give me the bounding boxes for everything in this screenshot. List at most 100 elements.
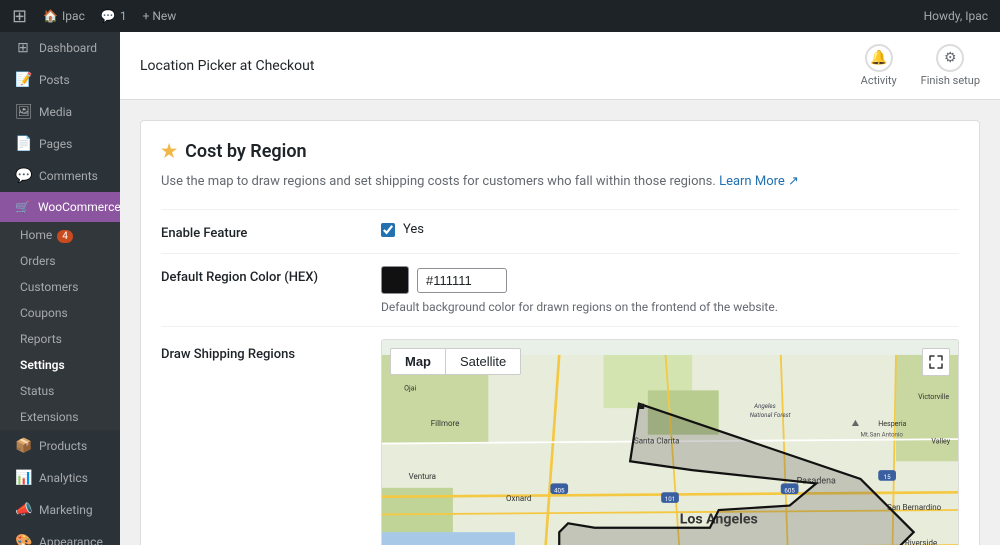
draw-regions-label: Draw Shipping Regions (161, 339, 381, 362)
svg-text:Angeles: Angeles (753, 402, 776, 410)
svg-text:101: 101 (665, 495, 675, 503)
sidebar-item-dashboard[interactable]: ⊞ Dashboard (0, 32, 120, 64)
page-header: Location Picker at Checkout 🔔 Activity ⚙… (120, 32, 1000, 100)
enable-feature-checkbox[interactable] (381, 223, 395, 237)
howdy-text: Howdy, Ipac (924, 9, 988, 23)
wp-logo-item[interactable]: ⊞ (12, 6, 27, 27)
sidebar-item-posts[interactable]: 📝 Posts (0, 64, 120, 96)
section-title-text: Cost by Region (185, 141, 306, 162)
svg-text:Hesperia: Hesperia (878, 419, 906, 428)
activity-action[interactable]: 🔔 Activity (861, 44, 897, 87)
main-content: ★ Cost by Region Use the map to draw reg… (120, 100, 1000, 545)
sidebar-item-marketing[interactable]: 📣 Marketing (0, 494, 120, 526)
appearance-icon: 🎨 (15, 534, 31, 545)
svg-text:National Forest: National Forest (750, 411, 791, 419)
sidebar: ⊞ Dashboard 📝 Posts 🖼 Media 📄 Pages 💬 Co… (0, 32, 120, 545)
enable-feature-label: Enable Feature (161, 222, 381, 241)
svg-text:Ojai: Ojai (404, 383, 416, 392)
admin-bar: ⊞ 🏠 Ipac 💬 1 + New Howdy, Ipac (0, 0, 1000, 32)
sidebar-item-label: Products (39, 439, 87, 453)
comments-icon: 💬 (15, 168, 31, 184)
house-icon: 🏠 (43, 9, 58, 23)
sidebar-item-comments[interactable]: 💬 Comments (0, 160, 120, 192)
color-input-row (381, 266, 959, 294)
woocommerce-submenu: Home 4 Orders Customers Coupons Reports … (0, 222, 120, 430)
comments-icon: 💬 (101, 9, 116, 23)
sidebar-item-label: Appearance (39, 535, 103, 545)
bell-icon: 🔔 (870, 50, 887, 66)
color-swatch[interactable] (381, 266, 409, 294)
analytics-icon: 📊 (15, 470, 31, 486)
color-hex-input[interactable] (417, 268, 507, 293)
submenu-item-reports[interactable]: Reports (0, 326, 120, 352)
site-name-item[interactable]: 🏠 Ipac (43, 9, 85, 23)
sidebar-item-appearance[interactable]: 🎨 Appearance (0, 526, 120, 545)
woocommerce-icon: 🛒 (15, 200, 30, 214)
activity-icon-container: 🔔 (865, 44, 893, 72)
section-description: Use the map to draw regions and set ship… (161, 174, 959, 189)
svg-text:Riverside: Riverside (905, 538, 937, 545)
expand-icon (929, 355, 943, 369)
section-title: ★ Cost by Region (161, 141, 959, 162)
submenu-item-customers[interactable]: Customers (0, 274, 120, 300)
checkbox-row: Yes (381, 222, 959, 237)
svg-text:San Bernardino: San Bernardino (887, 503, 942, 512)
draw-regions-value: 405 101 605 15 (381, 339, 959, 545)
default-color-label: Default Region Color (HEX) (161, 266, 381, 285)
products-icon: 📦 (15, 438, 31, 454)
default-color-row: Default Region Color (HEX) Default backg… (161, 253, 959, 326)
submenu-item-home[interactable]: Home 4 (0, 222, 120, 248)
sidebar-item-label: Marketing (39, 503, 93, 517)
gear-icon: ⚙ (944, 50, 957, 66)
media-icon: 🖼 (15, 104, 31, 120)
sidebar-item-label: Pages (39, 137, 72, 151)
star-icon: ★ (161, 141, 177, 162)
sidebar-item-woocommerce[interactable]: 🛒 WooCommerce (0, 192, 120, 222)
default-color-value: Default background color for drawn regio… (381, 266, 959, 314)
enable-feature-value: Yes (381, 222, 959, 237)
sidebar-item-media[interactable]: 🖼 Media (0, 96, 120, 128)
map-tab-bar: Map Satellite (390, 348, 521, 375)
finish-setup-icon-container: ⚙ (936, 44, 964, 72)
activity-label: Activity (861, 74, 897, 87)
admin-bar-left: ⊞ 🏠 Ipac 💬 1 + New (12, 6, 176, 27)
new-item[interactable]: + New (143, 9, 177, 23)
new-label: + New (143, 9, 177, 23)
enable-feature-row: Enable Feature Yes (161, 209, 959, 253)
map-tab-satellite[interactable]: Satellite (446, 348, 521, 375)
submenu-item-orders[interactable]: Orders (0, 248, 120, 274)
comments-item[interactable]: 💬 1 (101, 9, 127, 23)
map-tab-map[interactable]: Map (390, 348, 446, 375)
svg-text:405: 405 (554, 486, 565, 494)
dashboard-icon: ⊞ (15, 40, 31, 56)
map-expand-button[interactable] (922, 348, 950, 376)
sidebar-item-label: Posts (39, 73, 70, 87)
header-actions: 🔔 Activity ⚙ Finish setup (861, 44, 980, 87)
submenu-item-status[interactable]: Status (0, 378, 120, 404)
sidebar-item-label: Analytics (39, 471, 88, 485)
sidebar-item-pages[interactable]: 📄 Pages (0, 128, 120, 160)
svg-text:15: 15 (884, 473, 891, 481)
admin-bar-right: Howdy, Ipac (924, 9, 988, 23)
submenu-item-extensions[interactable]: Extensions (0, 404, 120, 430)
sidebar-item-label: Media (39, 105, 72, 119)
cost-by-region-card: ★ Cost by Region Use the map to draw reg… (140, 120, 980, 545)
submenu-item-settings[interactable]: Settings (0, 352, 120, 378)
sidebar-item-label: Dashboard (39, 41, 97, 55)
wp-icon: ⊞ (12, 6, 27, 27)
learn-more-link[interactable]: Learn More ↗ (719, 174, 799, 189)
color-description: Default background color for drawn regio… (381, 300, 959, 314)
checkbox-label: Yes (403, 222, 424, 237)
content-area: Location Picker at Checkout 🔔 Activity ⚙… (120, 32, 1000, 545)
svg-text:Ventura: Ventura (409, 472, 436, 481)
svg-text:Oxnard: Oxnard (506, 494, 531, 503)
sidebar-item-label: WooCommerce (38, 200, 120, 214)
sidebar-item-analytics[interactable]: 📊 Analytics (0, 462, 120, 494)
finish-setup-action[interactable]: ⚙ Finish setup (921, 44, 980, 87)
svg-text:Fillmore: Fillmore (431, 419, 460, 428)
submenu-item-coupons[interactable]: Coupons (0, 300, 120, 326)
map-container: 405 101 605 15 (381, 339, 959, 545)
main-wrapper: ⊞ Dashboard 📝 Posts 🖼 Media 📄 Pages 💬 Co… (0, 32, 1000, 545)
sidebar-item-products[interactable]: 📦 Products (0, 430, 120, 462)
pages-icon: 📄 (15, 136, 31, 152)
